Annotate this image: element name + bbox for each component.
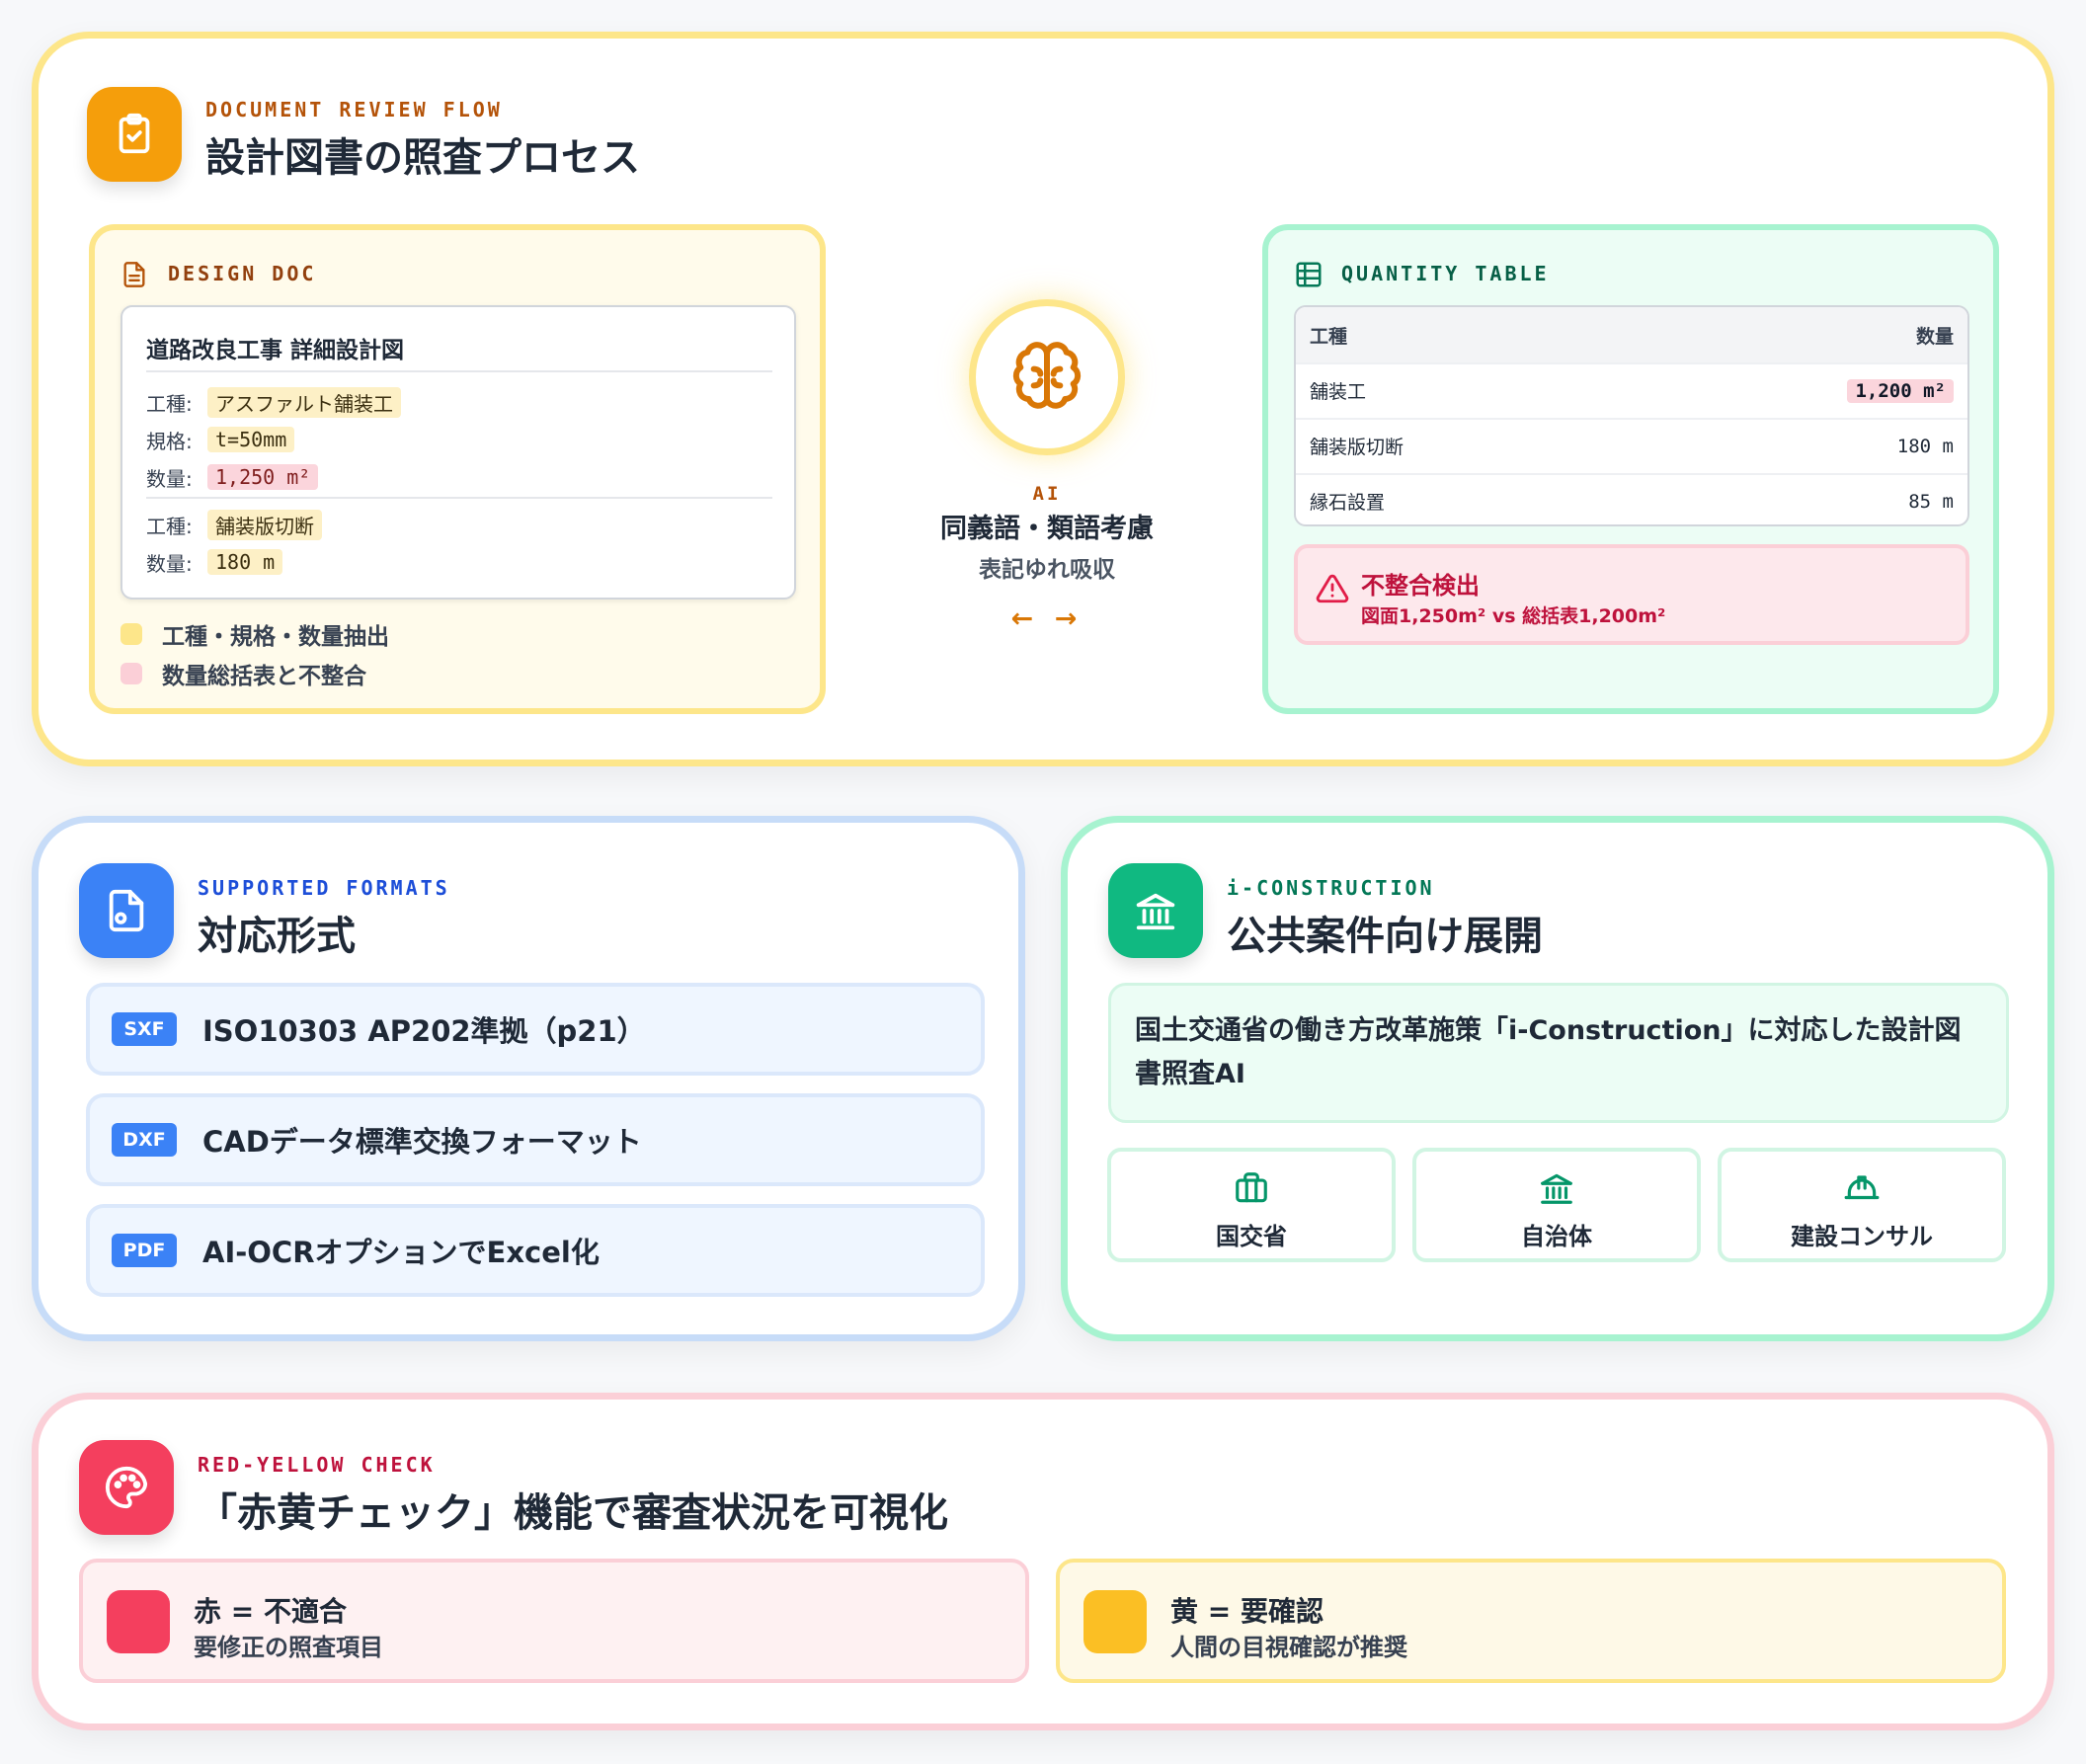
spec-value-mismatch: 1,250 m² <box>207 464 319 490</box>
red-subtitle: 要修正の照査項目 <box>194 1634 383 1661</box>
target-label: 国交省 <box>1216 1223 1287 1250</box>
legend-item: 工種・規格・数量抽出 <box>120 617 389 651</box>
table-header: 工種 数量 <box>1296 307 1967 362</box>
palette-icon <box>79 1440 174 1535</box>
spec-key: 工種: <box>146 391 193 416</box>
iconstruction-description-box: 国土交通省の働き方改革施策「i-Construction」に対応した設計図書照査… <box>1108 983 2009 1123</box>
design-doc-label: DESIGN DOC <box>168 262 317 285</box>
formats-eyebrow: SUPPORTED FORMATS <box>198 876 450 900</box>
legend-item: 数量総括表と不整合 <box>120 657 366 690</box>
ai-tag: AI <box>1032 483 1062 505</box>
format-description: AI-OCRオプションでExcel化 <box>202 1236 600 1269</box>
target-label: 建設コンサル <box>1791 1223 1933 1250</box>
spec-key: 規格: <box>146 429 193 453</box>
row-qty: 85 m <box>1908 490 1954 513</box>
spec-value: 舗装版切断 <box>207 509 322 540</box>
format-tag: PDF <box>112 1234 177 1267</box>
yellow-check-box: 黄 = 要確認 人間の目視確認が推奨 <box>1056 1559 2006 1683</box>
format-item-pdf: PDF AI-OCRオプションでExcel化 <box>86 1204 985 1297</box>
iconstruction-eyebrow: i-CONSTRUCTION <box>1227 876 1435 900</box>
legend-swatch-yellow <box>120 623 142 645</box>
bidirectional-arrows-icon: ← → <box>1010 603 1083 634</box>
table-row: 縁石設置 85 m <box>1296 473 1967 524</box>
target-municipality: 自治体 <box>1412 1148 1701 1262</box>
document-icon <box>123 262 145 287</box>
target-consultant: 建設コンサル <box>1718 1148 2006 1262</box>
row-qty-mismatch: 1,200 m² <box>1847 378 1954 403</box>
brain-icon <box>1012 342 1082 409</box>
briefcase-icon <box>1236 1172 1267 1203</box>
review-title: 設計図書の照査プロセス <box>205 135 640 181</box>
quantity-table-label: QUANTITY TABLE <box>1341 262 1550 285</box>
format-description: ISO10303 AP202準拠（p21） <box>202 1014 646 1048</box>
hardhat-icon <box>1844 1175 1880 1200</box>
alert-title: 不整合検出 <box>1361 572 1480 600</box>
red-check-box: 赤 = 不適合 要修正の照査項目 <box>79 1559 1029 1683</box>
red-title: 赤 = 不適合 <box>194 1595 347 1628</box>
design-doc-title: 道路改良工事 詳細設計図 <box>146 338 405 363</box>
design-doc-sheet: 道路改良工事 詳細設計図 工種: アスファルト舗装工 規格: t=50mm 数量… <box>120 305 796 600</box>
spec-row: 規格: t=50mm <box>146 420 295 459</box>
review-flow-card: DOCUMENT REVIEW FLOW 設計図書の照査プロセス DESIGN … <box>32 32 2054 766</box>
spec-key: 工種: <box>146 514 193 538</box>
alert-detail: 図面1,250m² vs 総括表1,200m² <box>1361 605 1666 627</box>
format-tag: SXF <box>112 1012 177 1046</box>
table-icon <box>1296 262 1322 287</box>
target-label: 自治体 <box>1521 1223 1592 1250</box>
formats-title: 対応形式 <box>198 914 356 959</box>
ai-title: 同義語・類語考慮 <box>940 514 1154 544</box>
iconstruction-title: 公共案件向け展開 <box>1227 914 1543 959</box>
quantity-table: 工種 数量 舗装工 1,200 m² 舗装版切断 180 m 縁石設置 85 m <box>1294 305 1969 526</box>
yellow-swatch <box>1083 1590 1147 1653</box>
spec-value: アスファルト舗装工 <box>207 386 401 418</box>
check-eyebrow: RED-YELLOW CHECK <box>198 1453 436 1477</box>
file-settings-icon <box>79 863 174 958</box>
yellow-title: 黄 = 要確認 <box>1170 1595 1324 1628</box>
format-description: CADデータ標準交換フォーマット <box>202 1125 642 1159</box>
spec-row: 数量: 180 m <box>146 542 283 582</box>
design-doc-panel: DESIGN DOC 道路改良工事 詳細設計図 工種: アスファルト舗装工 規格… <box>89 224 826 714</box>
review-eyebrow: DOCUMENT REVIEW FLOW <box>205 98 503 121</box>
row-qty: 180 m <box>1896 435 1954 457</box>
ai-brain-circle <box>969 299 1125 455</box>
format-tag: DXF <box>112 1123 177 1157</box>
divider <box>146 497 772 499</box>
red-swatch <box>107 1590 170 1653</box>
target-mlit: 国交省 <box>1107 1148 1396 1262</box>
table-row: 舗装工 1,200 m² <box>1296 362 1967 417</box>
table-row: 舗装版切断 180 m <box>1296 418 1967 472</box>
spec-row: 数量: 1,250 m² <box>146 457 319 497</box>
spec-row: 工種: 舗装版切断 <box>146 505 322 544</box>
check-title: 「赤黄チェック」機能で審査状況を可視化 <box>198 1490 948 1536</box>
clipboard-check-icon <box>87 87 182 182</box>
row-name: 縁石設置 <box>1310 492 1386 514</box>
format-item-dxf: DXF CADデータ標準交換フォーマット <box>86 1093 985 1186</box>
iconstruction-description: 国土交通省の働き方改革施策「i-Construction」に対応した設計図書照査… <box>1135 1015 1962 1089</box>
warning-icon <box>1316 574 1349 603</box>
spec-value: t=50mm <box>207 427 295 452</box>
legend-swatch-red <box>120 663 142 684</box>
row-name: 舗装版切断 <box>1310 437 1404 458</box>
header-type: 工種 <box>1310 325 1348 348</box>
landmark-icon <box>1108 863 1203 958</box>
formats-card: SUPPORTED FORMATS 対応形式 SXF ISO10303 AP20… <box>32 816 1025 1341</box>
quantity-table-panel: QUANTITY TABLE 工種 数量 舗装工 1,200 m² 舗装版切断 … <box>1262 224 1999 714</box>
row-name: 舗装工 <box>1310 381 1367 403</box>
yellow-subtitle: 人間の目視確認が推奨 <box>1170 1634 1407 1661</box>
format-item-sxf: SXF ISO10303 AP202準拠（p21） <box>86 983 985 1076</box>
iconstruction-card: i-CONSTRUCTION 公共案件向け展開 国土交通省の働き方改革施策「i-… <box>1061 816 2054 1341</box>
legend-label: 数量総括表と不整合 <box>162 664 366 689</box>
divider <box>146 370 772 372</box>
spec-row: 工種: アスファルト舗装工 <box>146 382 401 422</box>
spec-key: 数量: <box>146 551 193 576</box>
mismatch-alert: 不整合検出 図面1,250m² vs 総括表1,200m² <box>1294 544 1969 645</box>
spec-key: 数量: <box>146 466 193 491</box>
legend-label: 工種・規格・数量抽出 <box>162 624 389 650</box>
header-qty: 数量 <box>1915 325 1954 348</box>
landmark-icon <box>1541 1173 1572 1204</box>
spec-value: 180 m <box>207 549 283 575</box>
ai-subtitle: 表記ゆれ吸収 <box>979 557 1115 583</box>
